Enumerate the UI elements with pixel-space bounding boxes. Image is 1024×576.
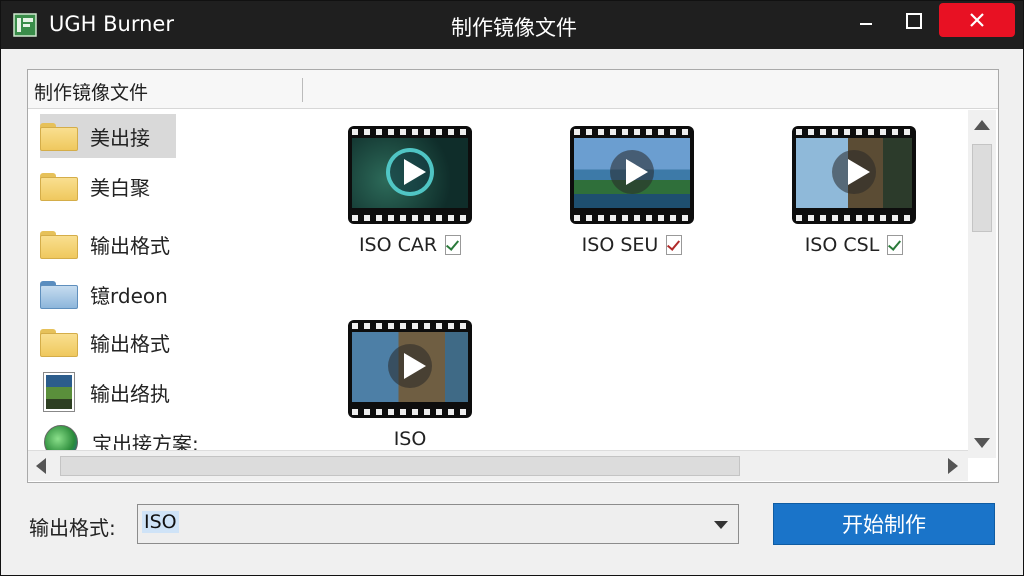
file-item[interactable]: ISO SEU [570,126,694,256]
tree-item[interactable]: 宝出接方案: [40,420,199,450]
tree-item-label: 镱rdeon [90,283,168,308]
file-label: ISO CSL [804,234,880,256]
column-header: 制作镜像文件 [28,70,998,109]
minimize-icon [860,23,872,25]
globe-icon [44,425,78,450]
tree-item-label: 输出络执 [90,381,170,406]
checkmark-icon [445,235,462,255]
vertical-scroll-thumb[interactable] [972,144,992,232]
maximize-button[interactable] [891,1,937,41]
maximize-icon [906,13,922,29]
scroll-down-icon[interactable] [974,438,990,448]
tree-item[interactable]: 输出络执 [40,370,170,414]
tree-item-label: 输出格式 [90,331,170,356]
vertical-scrollbar[interactable] [968,110,996,458]
tree-item-label: 美白聚 [90,175,150,200]
file-label: ISO CAR [358,234,438,256]
output-format-label: 输出格式: [29,516,116,540]
file-browser: 制作镜像文件 美出接 美白聚 输出格式 镱rdeon 输出格式 输出络执 宝出接… [27,69,999,483]
tree-item[interactable]: 输出格式 [40,222,170,266]
folder-icon [40,229,78,259]
tree-item[interactable]: 镱rdeon [40,272,168,316]
minimize-button[interactable] [843,1,889,41]
folder-icon [40,327,78,357]
chevron-down-icon[interactable] [714,521,728,529]
file-item[interactable]: ISO CAR [348,126,472,256]
tree-item-label: 美出接 [90,125,150,150]
file-item[interactable]: ISO CSL [792,126,916,256]
close-icon [970,13,984,27]
close-button[interactable] [939,3,1015,37]
scroll-right-icon[interactable] [948,458,958,474]
video-thumbnail [792,126,916,224]
scroll-left-icon[interactable] [36,458,46,474]
tree-item-label: 输出格式 [90,233,170,258]
app-title: UGH Burner [49,12,174,36]
header-label: 制作镜像文件 [34,82,149,104]
header-divider[interactable] [302,78,303,102]
window-title: 制作镜像文件 [451,16,577,40]
folder-tree: 美出接 美白聚 输出格式 镱rdeon 输出格式 输出络执 宝出接方案: [28,110,328,450]
image-file-icon [44,373,74,411]
folder-blue-icon [40,279,78,309]
file-label: ISO SEU [581,234,659,256]
tree-item-label: 宝出接方案: [92,431,199,451]
file-label: ISO [393,428,427,448]
tree-item[interactable]: 美白聚 [40,164,150,208]
video-thumbnail [348,320,472,418]
file-item[interactable]: ISO [348,320,472,448]
horizontal-scroll-thumb[interactable] [60,456,740,476]
folder-icon [40,121,78,151]
folder-icon [40,171,78,201]
output-format-value: ISO [142,511,179,533]
scroll-up-icon[interactable] [974,120,990,130]
checkmark-icon [666,235,683,255]
app-icon [13,13,37,37]
output-format-select[interactable]: ISO [137,504,739,544]
video-thumbnail [570,126,694,224]
dialog-window: UGH Burner 制作镜像文件 制作镜像文件 美出接 美白聚 输出格式 镱r… [0,0,1024,576]
tree-item[interactable]: 美出接 [40,114,176,158]
horizontal-scrollbar[interactable] [28,450,968,481]
video-thumbnail [348,126,472,224]
checkmark-icon [887,235,904,255]
start-button[interactable]: 开始制作 [773,503,995,545]
title-bar[interactable]: UGH Burner 制作镜像文件 [1,1,1023,49]
tree-item[interactable]: 输出格式 [40,320,170,364]
